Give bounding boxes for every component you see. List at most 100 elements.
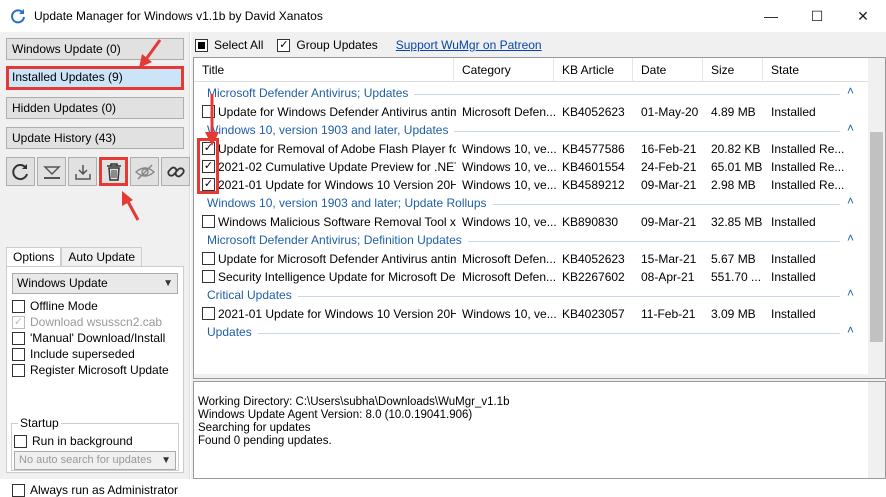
auto-search-value: No auto search for updates	[19, 454, 152, 466]
col-title[interactable]: Title	[194, 58, 454, 82]
link-button[interactable]	[161, 157, 190, 186]
collapse-icon[interactable]: ˄	[847, 286, 854, 300]
cell-kb: KB4052623	[562, 105, 625, 119]
group-header[interactable]: Windows 10, version 1903 and later, Upda…	[194, 121, 870, 140]
install-button[interactable]	[68, 157, 97, 186]
cell-state: Installed	[771, 252, 816, 266]
tab-auto-update[interactable]: Auto Update	[61, 247, 143, 267]
cell-title: 2021-01 Update for Windows 10 Version 20…	[218, 307, 456, 321]
row-checkbox[interactable]	[202, 252, 215, 265]
source-select[interactable]: Windows Update ▼	[12, 273, 178, 294]
include-superseded-row[interactable]: Include superseded	[12, 347, 135, 361]
group-updates-checkbox[interactable]: ✓	[277, 38, 291, 52]
group-header[interactable]: Critical Updates ˄	[194, 286, 870, 305]
row-checkbox[interactable]	[202, 105, 215, 118]
table-row[interactable]: 2021-01 Update for Windows 10 Version 20…	[194, 305, 870, 323]
manual-row[interactable]: 'Manual' Download/Install	[12, 331, 165, 345]
hide-button[interactable]	[130, 157, 159, 186]
maximize-button[interactable]: ☐	[794, 0, 840, 32]
col-date[interactable]: Date	[633, 58, 703, 82]
manual-checkbox[interactable]	[12, 331, 25, 345]
cell-state: Installed	[771, 105, 816, 119]
patreon-link[interactable]: Support WuMgr on Patreon	[396, 38, 542, 52]
vertical-scrollbar[interactable]	[868, 58, 885, 378]
right-panel: Select All ✓ Group Updates Support WuMgr…	[191, 32, 886, 479]
cell-category: Windows 10, ve...	[462, 160, 557, 174]
refresh-icon	[11, 163, 28, 180]
group-header[interactable]: Microsoft Defender Antivirus; Updates ˄	[194, 84, 870, 103]
title-bar: Update Manager for Windows v1.1b by Davi…	[0, 0, 886, 32]
run-background-row[interactable]: Run in background	[14, 434, 133, 448]
col-size[interactable]: Size	[703, 58, 763, 82]
download-icon	[42, 165, 61, 179]
cell-date: 15-Mar-21	[641, 252, 697, 266]
tab-options[interactable]: Options	[6, 247, 62, 267]
table-row[interactable]: ✓ 2021-02 Cumulative Update Preview for .…	[194, 158, 870, 176]
select-all-label: Select All	[214, 38, 264, 52]
nav-windows-update[interactable]: Windows Update (0)	[6, 38, 184, 60]
left-panel: Windows Update (0) Installed Updates (9)…	[0, 32, 190, 497]
group-header[interactable]: Microsoft Defender Antivirus; Definition…	[194, 231, 870, 250]
table-row[interactable]: Windows Malicious Software Removal Tool …	[194, 213, 870, 231]
cell-date: 24-Feb-21	[641, 160, 697, 174]
offline-mode-row[interactable]: Offline Mode	[12, 299, 98, 313]
collapse-icon[interactable]: ˄	[847, 121, 854, 135]
run-background-checkbox[interactable]	[14, 434, 27, 448]
col-kb[interactable]: KB Article	[554, 58, 633, 82]
cell-date: 16-Feb-21	[641, 142, 697, 156]
log-line: Working Directory: C:\Users\subha\Downlo…	[198, 396, 510, 408]
group-header[interactable]: Windows 10, version 1903 and later; Upda…	[194, 194, 870, 213]
uninstall-button[interactable]	[99, 157, 128, 186]
col-state[interactable]: State	[763, 58, 870, 82]
group-title: Microsoft Defender Antivirus; Updates	[207, 86, 409, 100]
collapse-icon[interactable]: ˄	[847, 323, 854, 337]
register-checkbox[interactable]	[12, 363, 25, 377]
collapse-icon[interactable]: ˄	[847, 194, 854, 208]
options-panel: Windows Update ▼ Offline Mode ✓ Download …	[6, 266, 184, 497]
cell-date: 08-Apr-21	[641, 270, 695, 284]
updates-list: Title Category KB Article Date Size Stat…	[193, 57, 886, 379]
row-checkbox[interactable]	[202, 270, 215, 283]
group-divider	[414, 94, 840, 95]
table-row[interactable]: ✓ Update for Removal of Adobe Flash Playe…	[194, 140, 870, 158]
register-row[interactable]: Register Microsoft Update	[12, 363, 169, 377]
table-row[interactable]: Update for Windows Defender Antivirus an…	[194, 103, 870, 121]
cell-category: Microsoft Defen...	[462, 270, 557, 284]
minimize-button[interactable]: —	[748, 0, 794, 32]
nav-hidden-updates[interactable]: Hidden Updates (0)	[6, 97, 184, 119]
table-row[interactable]: ✓ 2021-01 Update for Windows 10 Version 2…	[194, 176, 870, 194]
horizontal-scrollbar[interactable]	[194, 374, 870, 378]
cell-size: 2.98 MB	[711, 178, 756, 192]
offline-mode-checkbox[interactable]	[12, 299, 25, 313]
nav-installed-updates[interactable]: Installed Updates (9)	[6, 66, 184, 90]
auto-search-select: No auto search for updates ▼	[14, 451, 176, 470]
row-checkbox[interactable]	[202, 215, 215, 228]
list-toolbar: Select All ✓ Group Updates Support WuMgr…	[195, 37, 542, 53]
app-refresh-icon	[11, 9, 25, 24]
close-button[interactable]: ✕	[840, 0, 886, 32]
always-admin-row[interactable]: Always run as Administrator	[12, 483, 178, 497]
col-category[interactable]: Category	[454, 58, 554, 82]
cell-category: Windows 10, ve...	[462, 307, 557, 321]
group-header[interactable]: Updates ˄	[194, 323, 870, 342]
include-superseded-checkbox[interactable]	[12, 347, 25, 361]
table-row[interactable]: Security Intelligence Update for Microso…	[194, 268, 870, 286]
log-scrollbar[interactable]	[868, 382, 885, 478]
collapse-icon[interactable]: ˄	[847, 231, 854, 245]
row-checkbox[interactable]	[202, 307, 215, 320]
always-admin-checkbox[interactable]	[12, 483, 25, 497]
cell-kb: KB4577586	[562, 142, 625, 156]
refresh-button[interactable]	[6, 157, 35, 186]
cell-title: 2021-01 Update for Windows 10 Version 20…	[218, 178, 456, 192]
collapse-icon[interactable]: ˄	[847, 84, 854, 98]
startup-label: Startup	[18, 416, 61, 430]
cell-state: Installed	[771, 307, 816, 321]
download-button[interactable]	[37, 157, 66, 186]
cell-size: 20.82 KB	[711, 142, 761, 156]
table-row[interactable]: Update for Microsoft Defender Antivirus …	[194, 250, 870, 268]
log-line: Windows Update Agent Version: 8.0 (10.0.…	[198, 409, 473, 421]
scroll-thumb[interactable]	[870, 132, 883, 342]
nav-update-history[interactable]: Update History (43)	[6, 127, 184, 149]
select-all-checkbox[interactable]	[195, 38, 208, 52]
include-superseded-label: Include superseded	[30, 347, 135, 361]
